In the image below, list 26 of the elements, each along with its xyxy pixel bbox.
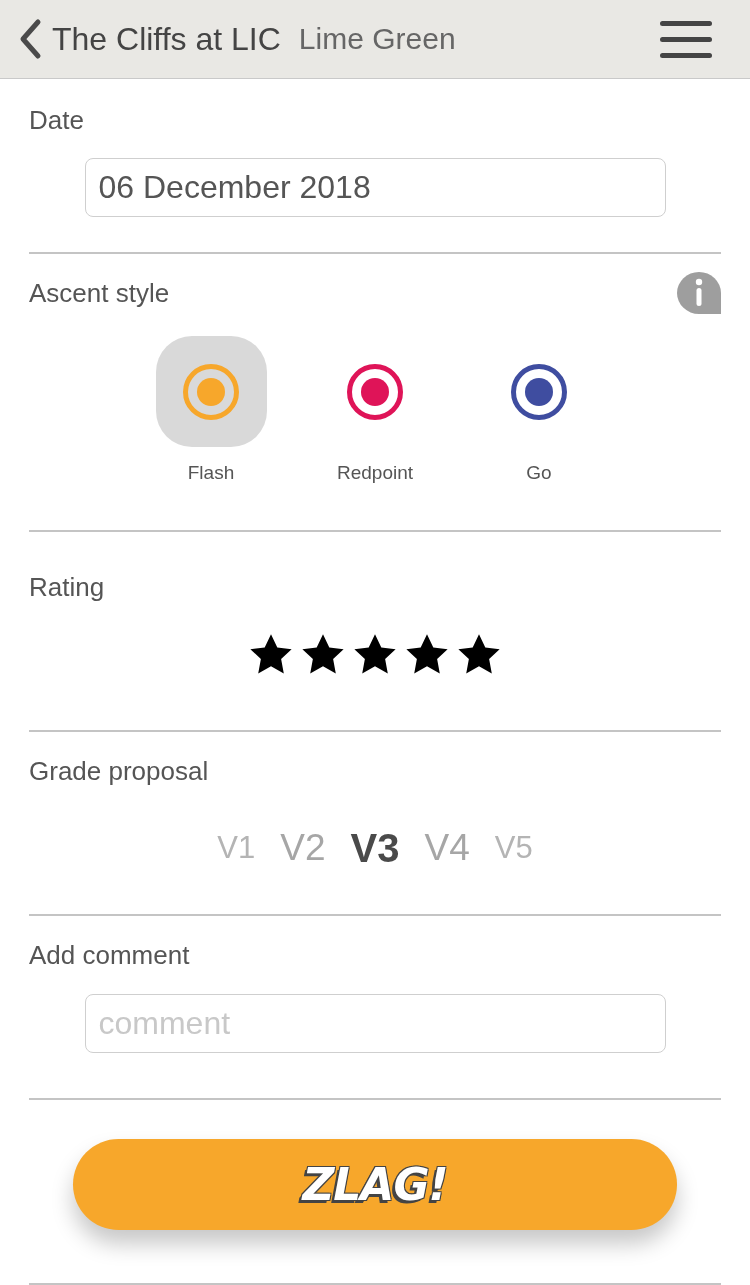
ascent-style-name: Redpoint bbox=[336, 461, 414, 485]
ascent-style-label: Ascent style bbox=[29, 277, 170, 309]
rating-label: Rating bbox=[29, 571, 105, 603]
comment-label: Add comment bbox=[29, 939, 190, 971]
back-chevron-icon[interactable] bbox=[18, 18, 42, 60]
star-icon[interactable] bbox=[456, 632, 502, 674]
grade-proposal-label: Grade proposal bbox=[29, 755, 209, 787]
page-title: The Cliffs at LIC bbox=[52, 20, 281, 58]
grade-option[interactable]: V5 bbox=[494, 823, 533, 873]
grade-option[interactable]: V3 bbox=[350, 823, 400, 873]
star-icon[interactable] bbox=[404, 632, 450, 674]
ascent-style-name: Go bbox=[526, 461, 552, 485]
date-field[interactable]: 06 December 2018 bbox=[84, 158, 666, 217]
star-icon[interactable] bbox=[248, 632, 294, 674]
ascent-style-name: Flash bbox=[187, 461, 235, 485]
date-label: Date bbox=[29, 104, 84, 136]
info-icon[interactable] bbox=[677, 272, 721, 314]
grade-option[interactable]: V4 bbox=[424, 823, 470, 873]
menu-icon[interactable] bbox=[660, 20, 712, 58]
zlag-button[interactable]: ZLAG! bbox=[73, 1139, 677, 1230]
route-name: Lime Green bbox=[298, 22, 456, 56]
grade-option[interactable]: V2 bbox=[280, 823, 326, 873]
star-icon[interactable] bbox=[352, 632, 398, 674]
star-icon[interactable] bbox=[300, 632, 346, 674]
star-rating[interactable] bbox=[248, 632, 502, 674]
grade-option[interactable]: V1 bbox=[217, 823, 256, 873]
